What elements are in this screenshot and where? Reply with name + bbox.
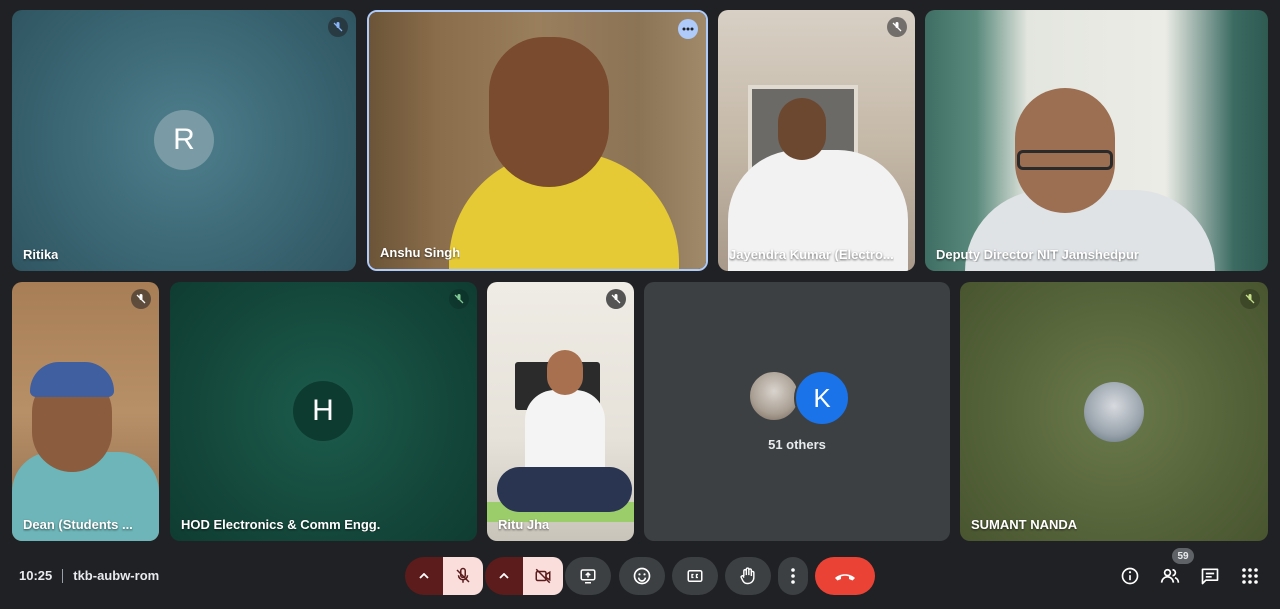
mic-muted-icon: [887, 17, 907, 37]
mic-muted-icon: [606, 289, 626, 309]
person-head: [547, 350, 583, 395]
chevron-up-icon: [419, 573, 429, 579]
captions-button[interactable]: [672, 557, 718, 595]
present-screen-icon: [580, 569, 596, 584]
person-head: [778, 98, 826, 160]
leave-call-button[interactable]: [815, 557, 875, 595]
raise-hand-button[interactable]: [725, 557, 771, 595]
meeting-code: tkb-aubw-rom: [73, 568, 160, 583]
participant-tile-ritu-jha[interactable]: Ritu Jha: [487, 282, 634, 541]
participant-name: SUMANT NANDA: [971, 517, 1078, 532]
person-legs: [497, 467, 632, 512]
participant-tile-ritika[interactable]: R Ritika: [12, 10, 356, 271]
mic-muted-icon: [1240, 289, 1260, 309]
more-vert-icon: [791, 568, 795, 584]
people-icon: [1160, 568, 1180, 583]
reactions-button[interactable]: [619, 557, 665, 595]
participant-tile-jayendra-kumar[interactable]: Jayendra Kumar (Electro...: [718, 10, 915, 271]
participant-name: Deputy Director NIT Jamshedpur: [936, 247, 1139, 262]
glasses: [1017, 150, 1113, 170]
participant-name: Jayendra Kumar (Electro...: [729, 247, 894, 262]
participant-name: Ritu Jha: [498, 517, 550, 532]
camera-toggle-button[interactable]: [523, 557, 563, 595]
bottom-control-bar: 10:25 tkb-aubw-rom 59: [0, 548, 1280, 609]
participant-name: Dean (Students ...: [23, 517, 133, 532]
avatar: H: [293, 381, 353, 441]
participant-tile-hod-electronics[interactable]: H HOD Electronics & Comm Engg.: [170, 282, 477, 541]
captions-icon: [687, 570, 703, 582]
info-icon: [1121, 567, 1139, 585]
end-call-icon: [835, 574, 855, 581]
mic-off-icon: [456, 567, 470, 583]
mic-muted-icon: [328, 17, 348, 37]
mic-muted-icon: [131, 289, 151, 309]
participant-name: Anshu Singh: [380, 245, 461, 260]
activities-button[interactable]: [1238, 564, 1262, 588]
present-screen-button[interactable]: [565, 557, 611, 595]
participants-count-badge: 59: [1172, 548, 1194, 564]
people-button[interactable]: [1158, 564, 1182, 588]
chat-button[interactable]: [1198, 564, 1222, 588]
avatar-photo: [1084, 382, 1144, 442]
mic-muted-icon: [449, 289, 469, 309]
apps-grid-icon: [1242, 568, 1258, 584]
participant-tile-deputy-director[interactable]: Deputy Director NIT Jamshedpur: [925, 10, 1268, 271]
chat-icon: [1201, 568, 1219, 585]
participant-tile-anshu-singh[interactable]: Anshu Singh: [367, 10, 708, 271]
participant-tile-dean-students[interactable]: Dean (Students ...: [12, 282, 159, 541]
others-count-label: 51 others: [768, 437, 826, 452]
more-options-icon[interactable]: [678, 19, 698, 39]
meeting-details-button[interactable]: [1118, 564, 1142, 588]
camera-off-icon: [535, 568, 551, 584]
avatar: R: [154, 110, 214, 170]
meeting-info: 10:25 tkb-aubw-rom: [19, 568, 159, 583]
raise-hand-icon: [740, 567, 755, 585]
chevron-up-icon: [499, 573, 509, 579]
camera-control-group: [485, 557, 563, 595]
avatar: K: [794, 370, 850, 426]
cap: [30, 362, 114, 397]
participant-tile-others[interactable]: K 51 others: [644, 282, 950, 541]
camera-options-button[interactable]: [485, 557, 523, 595]
mic-control-group: [405, 557, 483, 595]
mic-toggle-button[interactable]: [443, 557, 483, 595]
divider: [62, 568, 64, 583]
participant-name: HOD Electronics & Comm Engg.: [181, 517, 381, 532]
participant-tile-sumant-nanda[interactable]: SUMANT NANDA: [960, 282, 1268, 541]
clock-time: 10:25: [19, 568, 53, 583]
person-head: [489, 37, 609, 187]
mic-options-button[interactable]: [405, 557, 443, 595]
avatar-photo: [748, 370, 800, 422]
more-options-button[interactable]: [778, 557, 808, 595]
participant-name: Ritika: [23, 247, 59, 262]
emoji-icon: [633, 567, 651, 585]
